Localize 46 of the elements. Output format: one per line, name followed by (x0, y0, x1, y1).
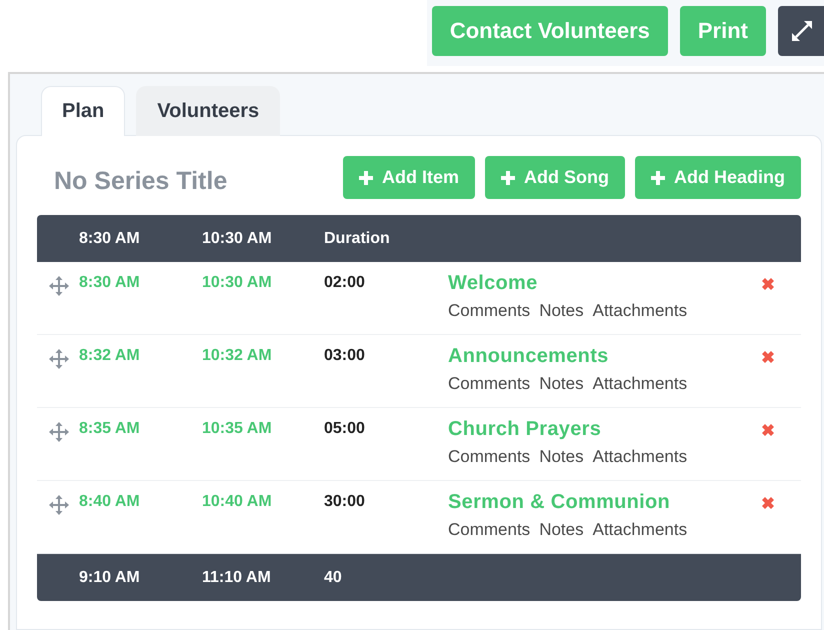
total-duration: 40 (324, 568, 343, 586)
item-link[interactable]: Attachments (592, 520, 688, 540)
item-link[interactable]: Attachments (592, 301, 688, 321)
start-time: 8:32 AM (79, 346, 141, 365)
delete-icon[interactable] (761, 350, 775, 364)
duration: 02:00 (324, 273, 366, 292)
tab[interactable]: Volunteers (136, 86, 280, 136)
tab[interactable]: Plan (41, 86, 126, 136)
duration: 03:00 (324, 346, 366, 365)
series-title: No Series Title (54, 167, 228, 196)
item-link[interactable]: Comments (448, 301, 530, 321)
header-start-time: 8:30 AM (79, 230, 141, 248)
end-time: 10:40 AM (202, 492, 273, 511)
move-icon[interactable] (49, 495, 69, 515)
item-link[interactable]: Comments (448, 374, 530, 394)
start-time: 8:40 AM (79, 492, 141, 511)
item-link[interactable]: Attachments (592, 374, 688, 394)
item-link[interactable]: Notes (539, 520, 584, 540)
delete-icon[interactable] (761, 277, 775, 291)
header-duration: Duration (324, 230, 391, 248)
end-time: 10:30 AM (202, 273, 273, 292)
duration: 05:00 (324, 419, 366, 438)
delete-icon[interactable] (761, 496, 775, 510)
delete-icon[interactable] (761, 423, 775, 437)
expand-button[interactable] (778, 6, 824, 56)
move-icon[interactable] (49, 422, 69, 442)
item-link[interactable]: Notes (539, 301, 584, 321)
plus-icon (359, 170, 373, 184)
plus-icon (501, 170, 516, 184)
duration: 30:00 (324, 492, 366, 511)
plus-icon (651, 170, 665, 184)
header-end-time: 10:30 AM (202, 230, 273, 248)
move-icon[interactable] (49, 276, 69, 296)
item-link[interactable]: Notes (539, 374, 584, 394)
move-icon[interactable] (49, 349, 69, 369)
expand-icon (792, 21, 812, 41)
end-time: 10:32 AM (202, 346, 273, 365)
item-link[interactable]: Attachments (592, 447, 688, 467)
item-link[interactable]: Notes (539, 447, 584, 467)
total-start-time: 9:10 AM (79, 568, 141, 586)
end-time: 10:35 AM (202, 419, 273, 438)
total-end-time: 11:10 AM (202, 568, 272, 586)
item-link[interactable]: Comments (448, 520, 530, 540)
item-link[interactable]: Comments (448, 447, 530, 467)
start-time: 8:30 AM (79, 273, 141, 292)
start-time: 8:35 AM (79, 419, 141, 438)
